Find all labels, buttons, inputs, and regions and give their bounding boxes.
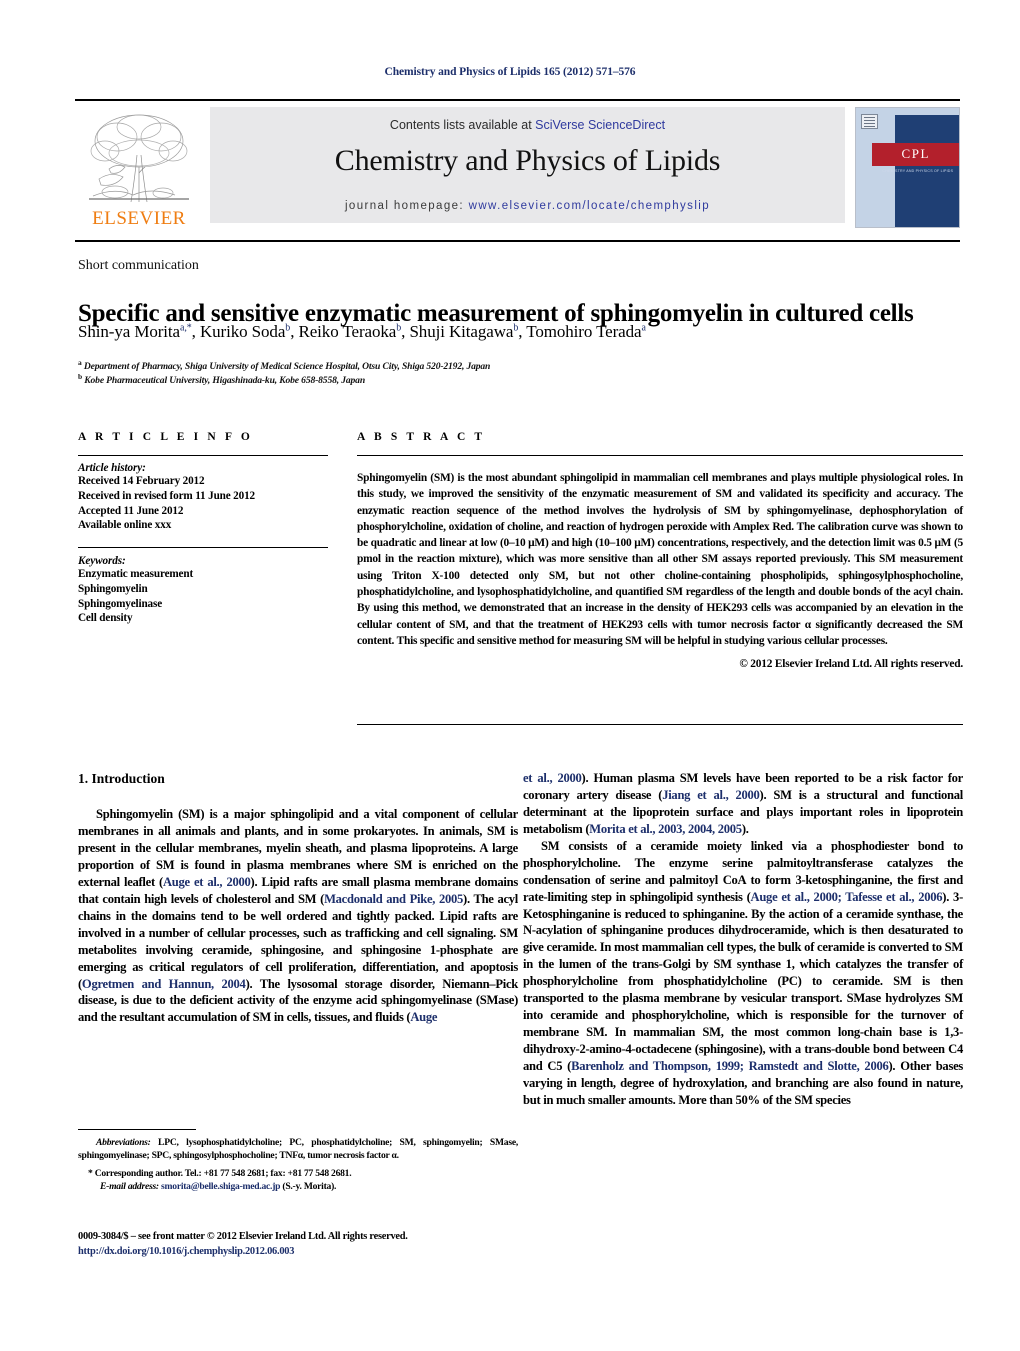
footnote-separator-rule bbox=[78, 1129, 196, 1131]
history-accepted: Accepted 11 June 2012 bbox=[78, 504, 184, 517]
intro-paragraph-right-2: SM consists of a ceramide moiety linked … bbox=[523, 838, 964, 1107]
elsevier-wordmark: ELSEVIER bbox=[92, 208, 186, 229]
history-received: Received 14 February 2012 bbox=[78, 475, 205, 487]
author-list: Shin-ya Moritaa,*, Kuriko Sodab, Reiko T… bbox=[78, 322, 646, 341]
intro-paragraph-left: Sphingomyelin (SM) is a major sphingolip… bbox=[78, 807, 519, 1025]
contents-prefix: Contents lists available at bbox=[389, 118, 536, 132]
intro-paragraph-right-1: et al., 2000). Human plasma SM levels ha… bbox=[523, 771, 963, 836]
elsevier-logo: ELSEVIER bbox=[75, 107, 203, 229]
abbreviations-note: Abbreviations: LPC, lysophosphatidylchol… bbox=[78, 1136, 518, 1162]
abstract-column: Sphingomyelin (SM) is the most abundant … bbox=[357, 462, 963, 670]
article-section-type: Short communication bbox=[78, 258, 199, 273]
keywords-label: Keywords: bbox=[78, 555, 126, 568]
cover-subtitle: CHEMISTRY AND PHYSICS OF LIPIDS bbox=[882, 168, 954, 173]
keyword-item-3: Sphingomyelinase bbox=[78, 597, 163, 610]
affiliation-b: b Kobe Pharmaceutical University, Higash… bbox=[78, 372, 963, 386]
body-column-left: 1. Introduction Sphingomyelin (SM) is a … bbox=[78, 770, 518, 1026]
section-heading-introduction: 1. Introduction bbox=[78, 771, 165, 786]
imprint-block: 0009-3084/$ – see front matter © 2012 El… bbox=[78, 1229, 548, 1259]
affiliation-a: a Department of Pharmacy, Shiga Universi… bbox=[78, 358, 963, 372]
corresponding-author-note: * Corresponding author. Tel.: +81 77 548… bbox=[88, 1168, 352, 1180]
masthead-bottom-rule bbox=[75, 240, 960, 243]
abstract-copyright: © 2012 Elsevier Ireland Ltd. All rights … bbox=[739, 658, 963, 671]
affiliation-mark-a: a bbox=[78, 358, 82, 367]
email-suffix: (S.-y. Morita). bbox=[280, 1181, 337, 1193]
article-info-column: Article history: Received 14 February 20… bbox=[78, 462, 328, 626]
keyword-item-4: Cell density bbox=[78, 612, 133, 625]
email-note: E-mail address: smorita@belle.shiga-med.… bbox=[100, 1180, 518, 1193]
issn-copyright-line: 0009-3084/$ – see front matter © 2012 El… bbox=[78, 1231, 408, 1242]
keyword-item-2: Sphingomyelin bbox=[78, 582, 148, 595]
journal-homepage-line: journal homepage: www.elsevier.com/locat… bbox=[210, 200, 845, 212]
journal-banner: Contents lists available at SciVerse Sci… bbox=[210, 107, 845, 223]
contents-lists-line: Contents lists available at SciVerse Sci… bbox=[210, 118, 845, 132]
journal-cover-thumbnail: CPL CHEMISTRY AND PHYSICS OF LIPIDS bbox=[855, 107, 960, 228]
cover-barcode-icon bbox=[861, 114, 878, 129]
keyword-item-1: Enzymatic measurement bbox=[78, 568, 194, 581]
running-head: Chemistry and Physics of Lipids 165 (201… bbox=[384, 66, 636, 78]
journal-homepage-link[interactable]: www.elsevier.com/locate/chemphyslip bbox=[469, 200, 710, 212]
author-email-link[interactable]: smorita@belle.shiga-med.ac.jp bbox=[161, 1181, 280, 1192]
doi-link[interactable]: http://dx.doi.org/10.1016/j.chemphyslip.… bbox=[78, 1244, 548, 1259]
affiliation-text-a: Department of Pharmacy, Shiga University… bbox=[83, 361, 491, 373]
cover-abbrev-label: CPL bbox=[901, 146, 930, 162]
journal-masthead: ELSEVIER Contents lists available at Sci… bbox=[75, 99, 960, 230]
affiliation-mark-b: b bbox=[78, 372, 83, 381]
journal-title: Chemistry and Physics of Lipids bbox=[334, 144, 721, 177]
affiliation-text-b: Kobe Pharmaceutical University, Higashin… bbox=[84, 375, 366, 387]
info-divider-rule bbox=[78, 547, 328, 549]
cover-right-panel bbox=[895, 108, 959, 227]
abstract-heading: A B S T R A C T bbox=[357, 431, 486, 443]
history-revised: Received in revised form 11 June 2012 bbox=[78, 489, 255, 502]
homepage-prefix: journal homepage: bbox=[344, 200, 469, 212]
sciencedirect-link[interactable]: SciVerse ScienceDirect bbox=[535, 118, 665, 132]
abstract-heading-rule bbox=[357, 455, 963, 456]
info-heading-rule bbox=[78, 455, 328, 456]
history-available-online: Available online xxx bbox=[78, 519, 172, 532]
body-column-right: et al., 2000). Human plasma SM levels ha… bbox=[523, 770, 963, 1109]
email-label: E-mail address: bbox=[100, 1181, 159, 1193]
abbreviations-label: Abbreviations: bbox=[96, 1137, 151, 1148]
cover-title-band: CPL bbox=[872, 142, 959, 167]
article-history-label: Article history: bbox=[78, 462, 146, 474]
abstract-text: Sphingomyelin (SM) is the most abundant … bbox=[357, 472, 963, 647]
article-info-heading: A R T I C L E I N F O bbox=[78, 431, 253, 443]
footnote-block: Abbreviations: LPC, lysophosphatidylchol… bbox=[78, 1136, 518, 1194]
journal-article-page: Chemistry and Physics of Lipids 165 (201… bbox=[0, 0, 1020, 1351]
abstract-bottom-rule bbox=[357, 724, 963, 725]
